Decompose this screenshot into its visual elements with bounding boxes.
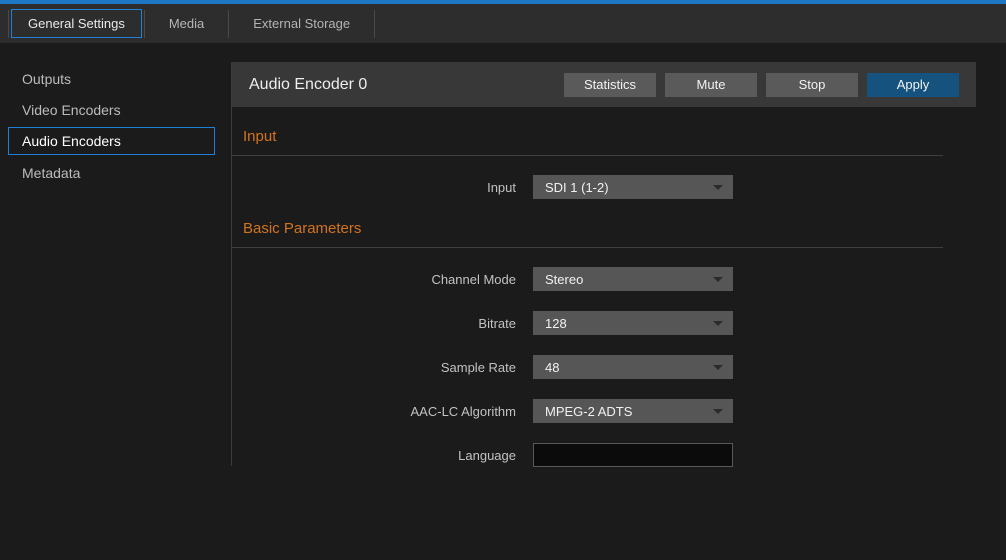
sample-rate-dropdown-value: 48 <box>545 360 559 375</box>
sidebar-divider <box>231 63 232 466</box>
apply-button[interactable]: Apply <box>867 73 959 97</box>
tab-separator <box>374 10 375 38</box>
form-row-aac-lc-algorithm: AAC-LC Algorithm MPEG-2 ADTS <box>231 399 943 423</box>
form-sections: Input Input SDI 1 (1-2) Basic Parameters… <box>231 128 943 467</box>
form-row-input: Input SDI 1 (1-2) <box>231 175 943 199</box>
section-input-rows: Input SDI 1 (1-2) <box>231 156 943 199</box>
form-row-channel-mode: Channel Mode Stereo <box>231 267 943 291</box>
input-dropdown[interactable]: SDI 1 (1-2) <box>533 175 733 199</box>
tab-bar: General Settings Media External Storage <box>0 4 1006 43</box>
channel-mode-dropdown[interactable]: Stereo <box>533 267 733 291</box>
panel-header: Audio Encoder 0 Statistics Mute Stop App… <box>231 62 976 107</box>
sidebar-item-audio-encoders[interactable]: Audio Encoders <box>8 127 215 155</box>
tab-general-settings[interactable]: General Settings <box>11 9 142 38</box>
sidebar: Outputs Video Encoders Audio Encoders Me… <box>0 43 231 560</box>
language-input[interactable] <box>533 443 733 467</box>
channel-mode-label: Channel Mode <box>231 272 516 287</box>
statistics-button[interactable]: Statistics <box>564 73 656 97</box>
aac-lc-algorithm-dropdown-value: MPEG-2 ADTS <box>545 404 632 419</box>
page-title: Audio Encoder 0 <box>249 76 555 94</box>
aac-lc-algorithm-dropdown[interactable]: MPEG-2 ADTS <box>533 399 733 423</box>
bitrate-label: Bitrate <box>231 316 516 331</box>
mute-button[interactable]: Mute <box>665 73 757 97</box>
content-area: Outputs Video Encoders Audio Encoders Me… <box>0 43 1006 560</box>
aac-lc-algorithm-label: AAC-LC Algorithm <box>231 404 516 419</box>
section-basic-parameters-rows: Channel Mode Stereo Bitrate 128 Sample R… <box>231 248 943 467</box>
caret-down-icon <box>713 365 723 370</box>
caret-down-icon <box>713 321 723 326</box>
section-title-basic-parameters: Basic Parameters <box>231 220 943 248</box>
sample-rate-label: Sample Rate <box>231 360 516 375</box>
form-row-sample-rate: Sample Rate 48 <box>231 355 943 379</box>
input-label: Input <box>231 180 516 195</box>
input-dropdown-value: SDI 1 (1-2) <box>545 180 609 195</box>
tab-separator <box>8 10 9 38</box>
bitrate-dropdown-value: 128 <box>545 316 567 331</box>
main-panel: Audio Encoder 0 Statistics Mute Stop App… <box>231 43 1006 560</box>
sample-rate-dropdown[interactable]: 48 <box>533 355 733 379</box>
sidebar-item-metadata[interactable]: Metadata <box>0 157 231 188</box>
language-label: Language <box>231 448 516 463</box>
tab-external-storage[interactable]: External Storage <box>229 9 374 38</box>
sidebar-item-video-encoders[interactable]: Video Encoders <box>0 94 231 125</box>
sidebar-item-outputs[interactable]: Outputs <box>0 63 231 94</box>
channel-mode-dropdown-value: Stereo <box>545 272 583 287</box>
caret-down-icon <box>713 409 723 414</box>
caret-down-icon <box>713 277 723 282</box>
section-title-input: Input <box>231 128 943 156</box>
bitrate-dropdown[interactable]: 128 <box>533 311 733 335</box>
form-row-language: Language <box>231 443 943 467</box>
caret-down-icon <box>713 185 723 190</box>
tab-media[interactable]: Media <box>145 9 228 38</box>
form-row-bitrate: Bitrate 128 <box>231 311 943 335</box>
stop-button[interactable]: Stop <box>766 73 858 97</box>
